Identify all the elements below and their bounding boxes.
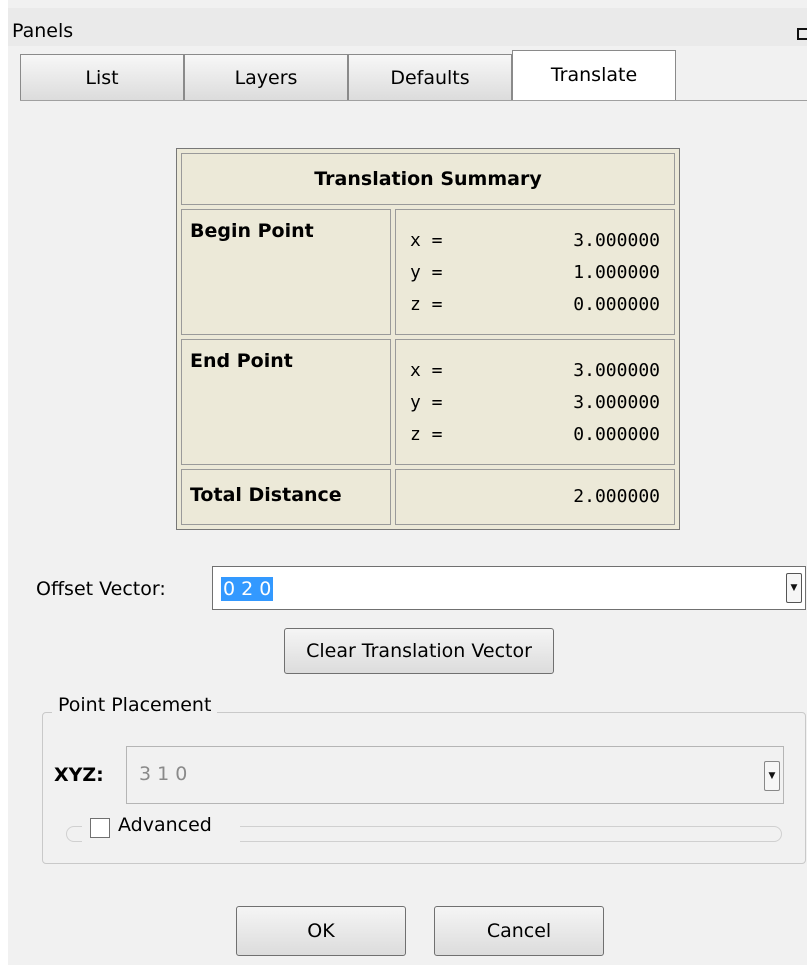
begin-x-value: 3.000000 [573, 230, 660, 251]
tab-list[interactable]: List [20, 54, 184, 100]
advanced-checkbox[interactable] [90, 818, 110, 838]
begin-z-axis: z = [410, 294, 443, 315]
offset-vector-combobox[interactable]: 0 2 0 ▼ [212, 566, 806, 610]
begin-y-axis: y = [410, 262, 443, 283]
offset-vector-value[interactable]: 0 2 0 [221, 577, 274, 601]
begin-point-values-cell: x = 3.000000 y = 1.000000 z = 0.000000 [395, 209, 675, 335]
tab-divider [20, 100, 807, 101]
end-point-label-cell: End Point [181, 339, 391, 465]
total-distance-value-cell: 2.000000 [395, 469, 675, 525]
undock-icon[interactable] [797, 28, 807, 40]
total-distance-label-cell: Total Distance [181, 469, 391, 525]
total-distance-label: Total Distance [190, 484, 342, 506]
end-x-value: 3.000000 [573, 360, 660, 381]
cancel-button[interactable]: Cancel [434, 906, 604, 956]
clear-translation-vector-button[interactable]: Clear Translation Vector [284, 628, 554, 674]
end-y-value: 3.000000 [573, 392, 660, 413]
panels-window: Panels List Layers Defaults Translate Tr… [8, 0, 807, 965]
summary-header-cell: Translation Summary [181, 153, 675, 205]
xyz-label: XYZ: [54, 764, 104, 786]
panel-header: Panels [8, 8, 807, 46]
ok-button[interactable]: OK [236, 906, 406, 956]
begin-x-axis: x = [410, 230, 443, 251]
tab-list-label: List [85, 67, 119, 89]
end-point-values-cell: x = 3.000000 y = 3.000000 z = 0.000000 [395, 339, 675, 465]
tab-layers[interactable]: Layers [184, 54, 348, 100]
total-distance-value: 2.000000 [573, 486, 660, 507]
point-placement-title: Point Placement [52, 694, 218, 716]
tab-translate[interactable]: Translate [512, 50, 676, 100]
end-y-axis: y = [410, 392, 443, 413]
offset-dropdown-arrow-icon[interactable]: ▼ [786, 573, 802, 603]
xyz-dropdown-arrow-icon: ▼ [764, 761, 780, 791]
begin-point-label-cell: Begin Point [181, 209, 391, 335]
offset-vector-label: Offset Vector: [36, 578, 166, 600]
begin-y-value: 1.000000 [573, 262, 660, 283]
xyz-combobox: 3 1 0 ▼ [126, 746, 784, 804]
tab-translate-label: Translate [550, 64, 638, 86]
tab-defaults[interactable]: Defaults [348, 54, 512, 100]
end-z-value: 0.000000 [573, 424, 660, 445]
tab-defaults-label: Defaults [390, 67, 470, 89]
summary-title: Translation Summary [314, 168, 542, 190]
end-point-label: End Point [190, 350, 293, 372]
advanced-label[interactable]: Advanced [118, 814, 212, 836]
end-z-axis: z = [410, 424, 443, 445]
begin-z-value: 0.000000 [573, 294, 660, 315]
panel-title: Panels [12, 20, 74, 42]
end-x-axis: x = [410, 360, 443, 381]
xyz-value: 3 1 0 [139, 763, 188, 785]
begin-point-label: Begin Point [190, 220, 314, 242]
translation-summary-table: Translation Summary Begin Point x = 3.00… [176, 148, 680, 530]
tab-layers-label: Layers [234, 67, 298, 89]
